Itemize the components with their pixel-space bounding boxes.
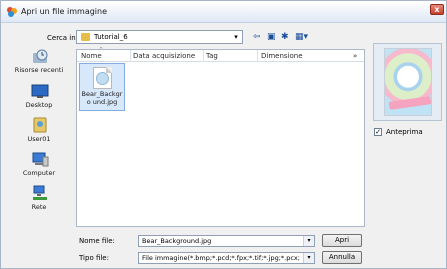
column-date[interactable]: Data acquisizione xyxy=(133,52,195,60)
column-divider[interactable] xyxy=(257,50,258,62)
cancel-button[interactable]: Annulla xyxy=(322,251,362,264)
column-tag[interactable]: Tag xyxy=(206,52,218,60)
open-image-dialog: Apri un file immagine x Cerca in: Tutori… xyxy=(0,0,447,269)
place-label: Risorse recenti xyxy=(14,66,64,74)
back-button[interactable]: ⇦ xyxy=(253,30,261,44)
preview-pane xyxy=(373,43,442,121)
filetype-select[interactable]: File immagine(*.bmp;*.pcd;*.fpx;*.tif;*.… xyxy=(138,252,315,264)
column-divider[interactable] xyxy=(130,50,131,62)
filename-label: Nome file: xyxy=(79,237,115,245)
window-title: Apri un file immagine xyxy=(21,7,108,16)
new-folder-button[interactable]: ✱ xyxy=(281,30,289,44)
sort-indicator-icon: ^ xyxy=(99,47,104,53)
open-button[interactable]: Apri xyxy=(322,234,362,247)
filetype-value: File immagine(*.bmp;*.pcd;*.fpx;*.tif;*.… xyxy=(142,254,300,262)
look-in-value: Tutorial_6 xyxy=(94,33,128,41)
folder-icon xyxy=(81,33,90,41)
desktop-icon xyxy=(31,84,49,98)
chevron-down-icon[interactable]: ▾ xyxy=(303,253,314,263)
computer-icon xyxy=(32,152,49,167)
filename-value: Bear_Background.jpg xyxy=(142,237,212,245)
filename-input[interactable]: Bear_Background.jpg ▾ xyxy=(138,235,315,247)
column-size[interactable]: Dimensione xyxy=(261,52,303,60)
views-menu-button[interactable]: ▦▾ xyxy=(295,30,308,44)
image-thumbnail-icon xyxy=(93,67,112,89)
look-in-label: Cerca in: xyxy=(47,34,79,42)
column-header: Nome ^ Data acquisizione Tag Dimensione … xyxy=(77,47,364,62)
preview-checkbox[interactable]: ✓ xyxy=(374,128,382,136)
preview-checkbox-label: Anteprima xyxy=(386,128,423,136)
column-divider[interactable] xyxy=(203,50,204,62)
close-button[interactable]: x xyxy=(430,4,444,15)
more-columns-button[interactable]: » xyxy=(353,52,357,60)
thumbnail-fold xyxy=(106,67,112,73)
preview-ribbon xyxy=(388,96,432,110)
app-icon xyxy=(7,7,17,17)
thumbnail-image xyxy=(96,72,109,85)
file-name: Bear_Backgro und.jpg xyxy=(81,90,123,106)
chevron-down-icon[interactable]: ▾ xyxy=(303,236,314,246)
places-bar: Risorse recenti Desktop User01 Computer xyxy=(6,49,72,225)
place-label: Desktop xyxy=(25,101,53,109)
filetype-label: Tipo file: xyxy=(79,254,109,262)
place-label: Computer xyxy=(22,169,56,177)
up-folder-button[interactable]: ▣ xyxy=(267,30,276,44)
preview-image xyxy=(384,48,432,116)
look-in-dropdown[interactable]: Tutorial_6 ▾ xyxy=(76,30,243,44)
title-bar[interactable]: Apri un file immagine x xyxy=(1,1,446,23)
user-folder-icon xyxy=(33,117,47,133)
file-item[interactable]: Bear_Backgro und.jpg xyxy=(79,63,125,111)
network-icon xyxy=(33,185,47,200)
chevron-down-icon[interactable]: ▾ xyxy=(230,31,242,43)
place-label: Rete xyxy=(31,203,47,211)
file-list[interactable]: Nome ^ Data acquisizione Tag Dimensione … xyxy=(76,47,365,227)
place-label: User01 xyxy=(27,135,51,143)
column-name[interactable]: Nome xyxy=(81,52,102,60)
recent-places-icon xyxy=(33,49,48,63)
